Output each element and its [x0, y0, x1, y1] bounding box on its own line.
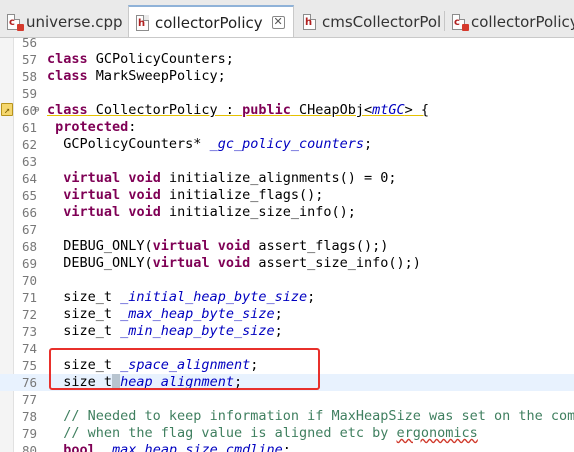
- tab-cmscollectorpolicy[interactable]: h cmsCollectorPol: [296, 7, 444, 37]
- line-number: 65: [21, 188, 37, 203]
- code-text: protected:: [55, 119, 137, 135]
- line-number: 59: [21, 86, 37, 101]
- code-text: size_t _space_alignment;: [47, 357, 259, 373]
- code-text: GCPolicyCounters* _gc_policy_counters;: [47, 136, 373, 152]
- line-number: 61: [21, 120, 37, 135]
- code-text: virtual void initialize_size_info();: [63, 204, 356, 220]
- line-number: 63: [21, 154, 37, 169]
- cpp-file-icon: c: [452, 14, 469, 31]
- line-number: 76: [21, 375, 37, 390]
- collapse-fold-icon[interactable]: ⊖: [34, 106, 39, 115]
- code-line[interactable]: 56: [0, 38, 574, 51]
- line-number: 69: [21, 256, 37, 271]
- code-line[interactable]: 70: [0, 272, 574, 289]
- header-file-icon: h: [136, 14, 149, 31]
- line-number: 70: [21, 273, 37, 288]
- code-line[interactable]: 79 // when the flag value is aligned etc…: [0, 425, 574, 442]
- code-line[interactable]: 68 DEBUG_ONLY(virtual void assert_flags(…: [0, 238, 574, 255]
- code-text: virtual void initialize_flags();: [63, 187, 324, 203]
- code-line[interactable]: 62 GCPolicyCounters* _gc_policy_counters…: [0, 136, 574, 153]
- code-text: size_t _initial_heap_byte_size;: [47, 289, 316, 305]
- line-number: 80: [21, 443, 37, 452]
- code-text: class CollectorPolicy : public CHeapObj<…: [47, 102, 430, 118]
- line-number: 77: [21, 392, 37, 407]
- code-line[interactable]: 80 bool _max_heap_size_cmdline;: [0, 442, 574, 452]
- code-text: // when the flag value is aligned etc by…: [63, 425, 478, 441]
- code-line[interactable]: 71 size_t _initial_heap_byte_size;: [0, 289, 574, 306]
- tab-collectorpolicy-hpp[interactable]: h collectorPolicy ✕: [128, 5, 294, 37]
- line-number: 73: [21, 324, 37, 339]
- line-number: 74: [21, 341, 37, 356]
- code-line[interactable]: 66 virtual void initialize_size_info();: [0, 204, 574, 221]
- line-number: 75: [21, 358, 37, 373]
- line-number: 62: [21, 137, 37, 152]
- code-text: DEBUG_ONLY(virtual void assert_flags();): [47, 238, 389, 254]
- code-line[interactable]: 67: [0, 221, 574, 238]
- line-number: 71: [21, 290, 37, 305]
- line-number: 79: [21, 426, 37, 441]
- code-line[interactable]: 61 protected:: [0, 119, 574, 136]
- code-line[interactable]: 76 size_t heap_alignment;: [0, 374, 574, 391]
- header-file-icon: h: [303, 14, 316, 30]
- line-number: 68: [21, 239, 37, 254]
- line-number: 57: [21, 52, 37, 67]
- line-number: 78: [21, 409, 37, 424]
- override-marker-icon[interactable]: ↗: [1, 103, 13, 116]
- code-line[interactable]: 72 size_t _max_heap_byte_size;: [0, 306, 574, 323]
- code-text: class GCPolicyCounters;: [47, 51, 234, 67]
- code-text: bool _max_heap_size_cmdline;: [63, 442, 291, 452]
- code-line[interactable]: 73 size_t _min_heap_byte_size;: [0, 323, 574, 340]
- tab-label: collectorPolicy: [471, 13, 574, 31]
- code-line[interactable]: 60 ⊖ ↗ class CollectorPolicy : public CHeap…: [0, 102, 574, 119]
- tab-label: collectorPolicy: [155, 13, 263, 32]
- line-number: 67: [21, 222, 37, 237]
- code-text: virtual void initialize_alignments() = 0…: [63, 170, 397, 186]
- code-line[interactable]: 75 size_t _space_alignment;: [0, 357, 574, 374]
- cpp-file-icon: c: [7, 14, 24, 31]
- code-line[interactable]: 58 class MarkSweepPolicy;: [0, 68, 574, 85]
- code-text: size_t _min_heap_byte_size;: [47, 323, 283, 339]
- code-editor[interactable]: 56 57 class GCPolicyCounters; 58 class MarkS…: [0, 38, 574, 452]
- code-text: class MarkSweepPolicy;: [47, 68, 226, 84]
- tab-collectorpolicy-cpp[interactable]: c collectorPolicy: [445, 7, 574, 37]
- code-line[interactable]: 59: [0, 85, 574, 102]
- code-line[interactable]: 78 // Needed to keep information if MaxH…: [0, 408, 574, 425]
- code-line[interactable]: 65 virtual void initialize_flags();: [0, 187, 574, 204]
- line-number: 58: [21, 69, 37, 84]
- code-line[interactable]: 77: [0, 391, 574, 408]
- line-number: 64: [21, 171, 37, 186]
- line-number: 72: [21, 307, 37, 322]
- code-line[interactable]: 57 class GCPolicyCounters;: [0, 51, 574, 68]
- code-text: // Needed to keep information if MaxHeap…: [63, 408, 574, 424]
- editor-tab-bar: c universe.cpp h collectorPolicy ✕ h cms…: [0, 0, 574, 38]
- line-number: 66: [21, 205, 37, 220]
- code-line[interactable]: 74: [0, 340, 574, 357]
- code-text: DEBUG_ONLY(virtual void assert_size_info…: [47, 255, 421, 271]
- code-line[interactable]: 64 virtual void initialize_alignments() …: [0, 170, 574, 187]
- line-number: 56: [21, 38, 37, 50]
- tab-label: cmsCollectorPol: [322, 13, 442, 31]
- code-line[interactable]: 63: [0, 153, 574, 170]
- close-icon[interactable]: ✕: [271, 16, 285, 29]
- tab-label: universe.cpp: [26, 13, 123, 31]
- code-line[interactable]: 69 DEBUG_ONLY(virtual void assert_size_i…: [0, 255, 574, 272]
- code-text: size_t _max_heap_byte_size;: [47, 306, 283, 322]
- code-text: size_t heap_alignment;: [47, 374, 243, 390]
- tab-universe-cpp[interactable]: c universe.cpp: [0, 7, 128, 37]
